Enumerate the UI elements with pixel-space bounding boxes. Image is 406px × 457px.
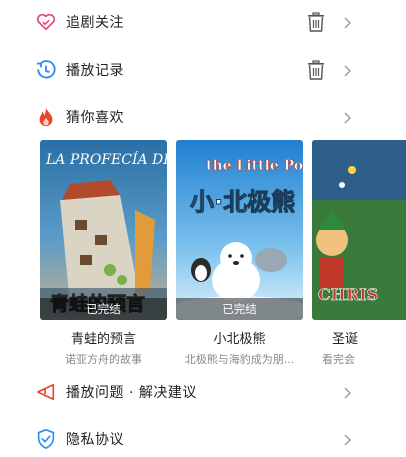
card-subtitle: 诺亚方舟的故事 — [65, 353, 142, 366]
chevron-right-icon — [342, 385, 352, 399]
chevron-right-icon — [342, 110, 352, 124]
history-icon — [34, 58, 58, 82]
recommendation-carousel[interactable]: LA PROFECÍA DE LAS RANAS 青蛙的预言 已完结 青蛙的预言… — [0, 140, 406, 370]
menu-row-history[interactable]: 播放记录 — [0, 50, 406, 90]
poster-title-text: the Little Polar Bear — [206, 158, 303, 174]
card-subtitle: 看完会 — [322, 353, 355, 366]
recommendation-card[interactable]: LA PROFECÍA DE LAS RANAS 青蛙的预言 已完结 青蛙的预言… — [40, 140, 167, 367]
feedback-icon — [34, 380, 58, 404]
poster-overlay-text: 小·北极熊 — [190, 188, 295, 216]
menu-row-privacy[interactable]: 隐私协议 — [0, 419, 406, 457]
flame-icon — [34, 105, 58, 129]
shield-icon — [34, 427, 58, 451]
recommendation-card[interactable]: CHRIS 圣诞 看完会 — [312, 140, 406, 367]
menu-row-follow[interactable]: 追剧关注 — [0, 2, 406, 42]
poster-title-text: CHRIS — [318, 285, 378, 304]
menu-label-guess: 猜你喜欢 — [66, 110, 124, 126]
heart-icon — [34, 10, 58, 34]
menu-label-history: 播放记录 — [66, 63, 124, 79]
poster-image: LA PROFECÍA DE LAS RANAS 青蛙的预言 已完结 — [40, 140, 167, 320]
chevron-right-icon — [342, 15, 352, 29]
card-title: 小北极熊 — [213, 332, 266, 347]
menu-row-guess[interactable]: 猜你喜欢 — [0, 97, 406, 137]
poster-image: CHRIS — [312, 140, 406, 320]
card-title: 圣诞 — [332, 332, 359, 347]
recommendation-card[interactable]: the Little Polar Bear 小·北极熊 已完结 小北极熊 北极熊… — [176, 140, 303, 367]
menu-label-privacy: 隐私协议 — [66, 432, 124, 448]
card-subtitle: 北极熊与海豹成为朋... — [184, 353, 295, 366]
trash-icon[interactable] — [305, 59, 327, 81]
chevron-right-icon — [342, 432, 352, 446]
trash-icon[interactable] — [305, 11, 327, 33]
poster-title-text: LA PROFECÍA DE LAS RANAS — [45, 150, 167, 168]
menu-label-feedback: 播放问题 · 解决建议 — [66, 385, 197, 401]
menu-row-feedback[interactable]: 播放问题 · 解决建议 — [0, 372, 406, 412]
card-title: 青蛙的预言 — [70, 332, 136, 347]
menu-label-follow: 追剧关注 — [66, 15, 124, 31]
status-badge: 已完结 — [40, 298, 167, 320]
poster-image: the Little Polar Bear 小·北极熊 已完结 — [176, 140, 303, 320]
chevron-right-icon — [342, 63, 352, 77]
status-badge: 已完结 — [176, 298, 303, 320]
